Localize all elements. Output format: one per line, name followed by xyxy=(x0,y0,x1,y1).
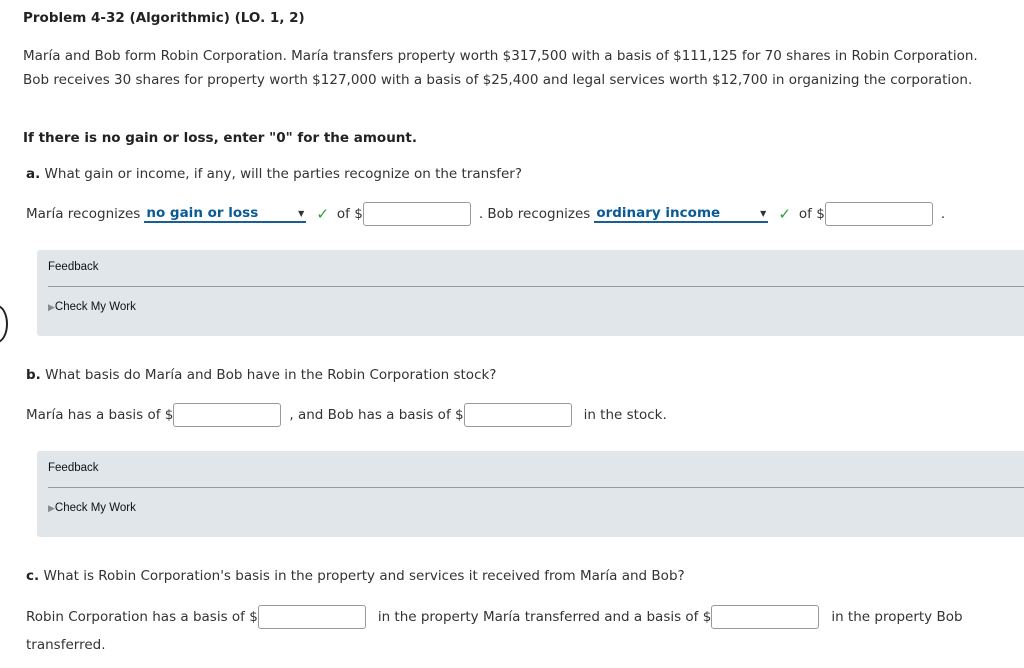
expand-triangle-icon: ▶ xyxy=(48,302,55,312)
question-b: b. What basis do María and Bob have in t… xyxy=(26,367,496,383)
question-text: What is Robin Corporation's basis in the… xyxy=(43,568,685,584)
maria-basis-label: María has a basis of $ xyxy=(26,407,174,423)
question-text: What basis do María and Bob have in the … xyxy=(45,367,497,383)
check-my-work-label: Check My Work xyxy=(54,301,136,313)
check-my-work-toggle[interactable]: ▶Check My Work xyxy=(48,301,136,313)
bob-property-basis-label: in the property María transferred and a … xyxy=(377,609,712,625)
divider xyxy=(48,487,1024,488)
of-label: of $ xyxy=(798,206,825,222)
period: . xyxy=(940,206,946,222)
question-a: a. What gain or income, if any, will the… xyxy=(26,166,522,182)
answer-row-a: María recognizes no gain or loss ▼ ✓ of $… xyxy=(26,202,945,226)
feedback-panel-a: Feedback ▶Check My Work xyxy=(37,250,1024,336)
feedback-label: Feedback xyxy=(48,462,99,474)
check-my-work-label: Check My Work xyxy=(54,502,136,514)
instruction: If there is no gain or loss, enter "0" f… xyxy=(23,130,417,146)
maria-property-basis-input[interactable] xyxy=(257,605,366,629)
select-value: no gain or loss xyxy=(146,205,259,221)
question-c: c. What is Robin Corporation's basis in … xyxy=(26,568,685,584)
question-letter: c. xyxy=(26,568,40,584)
problem-title: Problem 4-32 (Algorithmic) (LO. 1, 2) xyxy=(23,10,305,26)
maria-basis-input[interactable] xyxy=(173,403,282,427)
transferred-label: transferred. xyxy=(26,637,106,653)
of-label: of $ xyxy=(336,206,363,222)
check-my-work-toggle[interactable]: ▶Check My Work xyxy=(48,502,136,514)
feedback-label: Feedback xyxy=(48,261,99,273)
bob-recognizes-select[interactable]: ordinary income ▼ xyxy=(594,205,769,223)
divider xyxy=(48,286,1024,287)
select-value: ordinary income xyxy=(596,205,721,221)
question-letter: b. xyxy=(26,367,41,383)
problem-intro: María and Bob form Robin Corporation. Ma… xyxy=(23,48,978,88)
bob-property-basis-input[interactable] xyxy=(711,605,820,629)
checkmark-icon: ✓ xyxy=(316,205,329,223)
maria-amount-input[interactable] xyxy=(362,202,471,226)
expand-triangle-icon: ▶ xyxy=(48,503,55,513)
checkmark-icon: ✓ xyxy=(778,205,791,223)
maria-property-basis-label: Robin Corporation has a basis of $ xyxy=(26,609,258,625)
feedback-panel-b: Feedback ▶Check My Work xyxy=(37,451,1024,537)
bob-basis-label: , and Bob has a basis of $ xyxy=(289,407,464,423)
bob-label: . Bob recognizes xyxy=(478,206,591,222)
bob-amount-input[interactable] xyxy=(824,202,933,226)
property-bob-label: in the property Bob xyxy=(831,609,963,625)
edge-decoration xyxy=(0,305,8,343)
dropdown-arrow-icon: ▼ xyxy=(298,208,305,218)
dropdown-arrow-icon: ▼ xyxy=(760,208,767,218)
question-letter: a. xyxy=(26,166,41,182)
question-text: What gain or income, if any, will the pa… xyxy=(44,166,523,182)
answer-row-b: María has a basis of $ , and Bob has a b… xyxy=(26,403,667,427)
maria-label: María recognizes xyxy=(26,206,141,222)
stock-label: in the stock. xyxy=(583,407,667,423)
maria-recognizes-select[interactable]: no gain or loss ▼ xyxy=(144,205,307,223)
answer-row-c: Robin Corporation has a basis of $ in th… xyxy=(26,605,963,629)
bob-basis-input[interactable] xyxy=(463,403,572,427)
